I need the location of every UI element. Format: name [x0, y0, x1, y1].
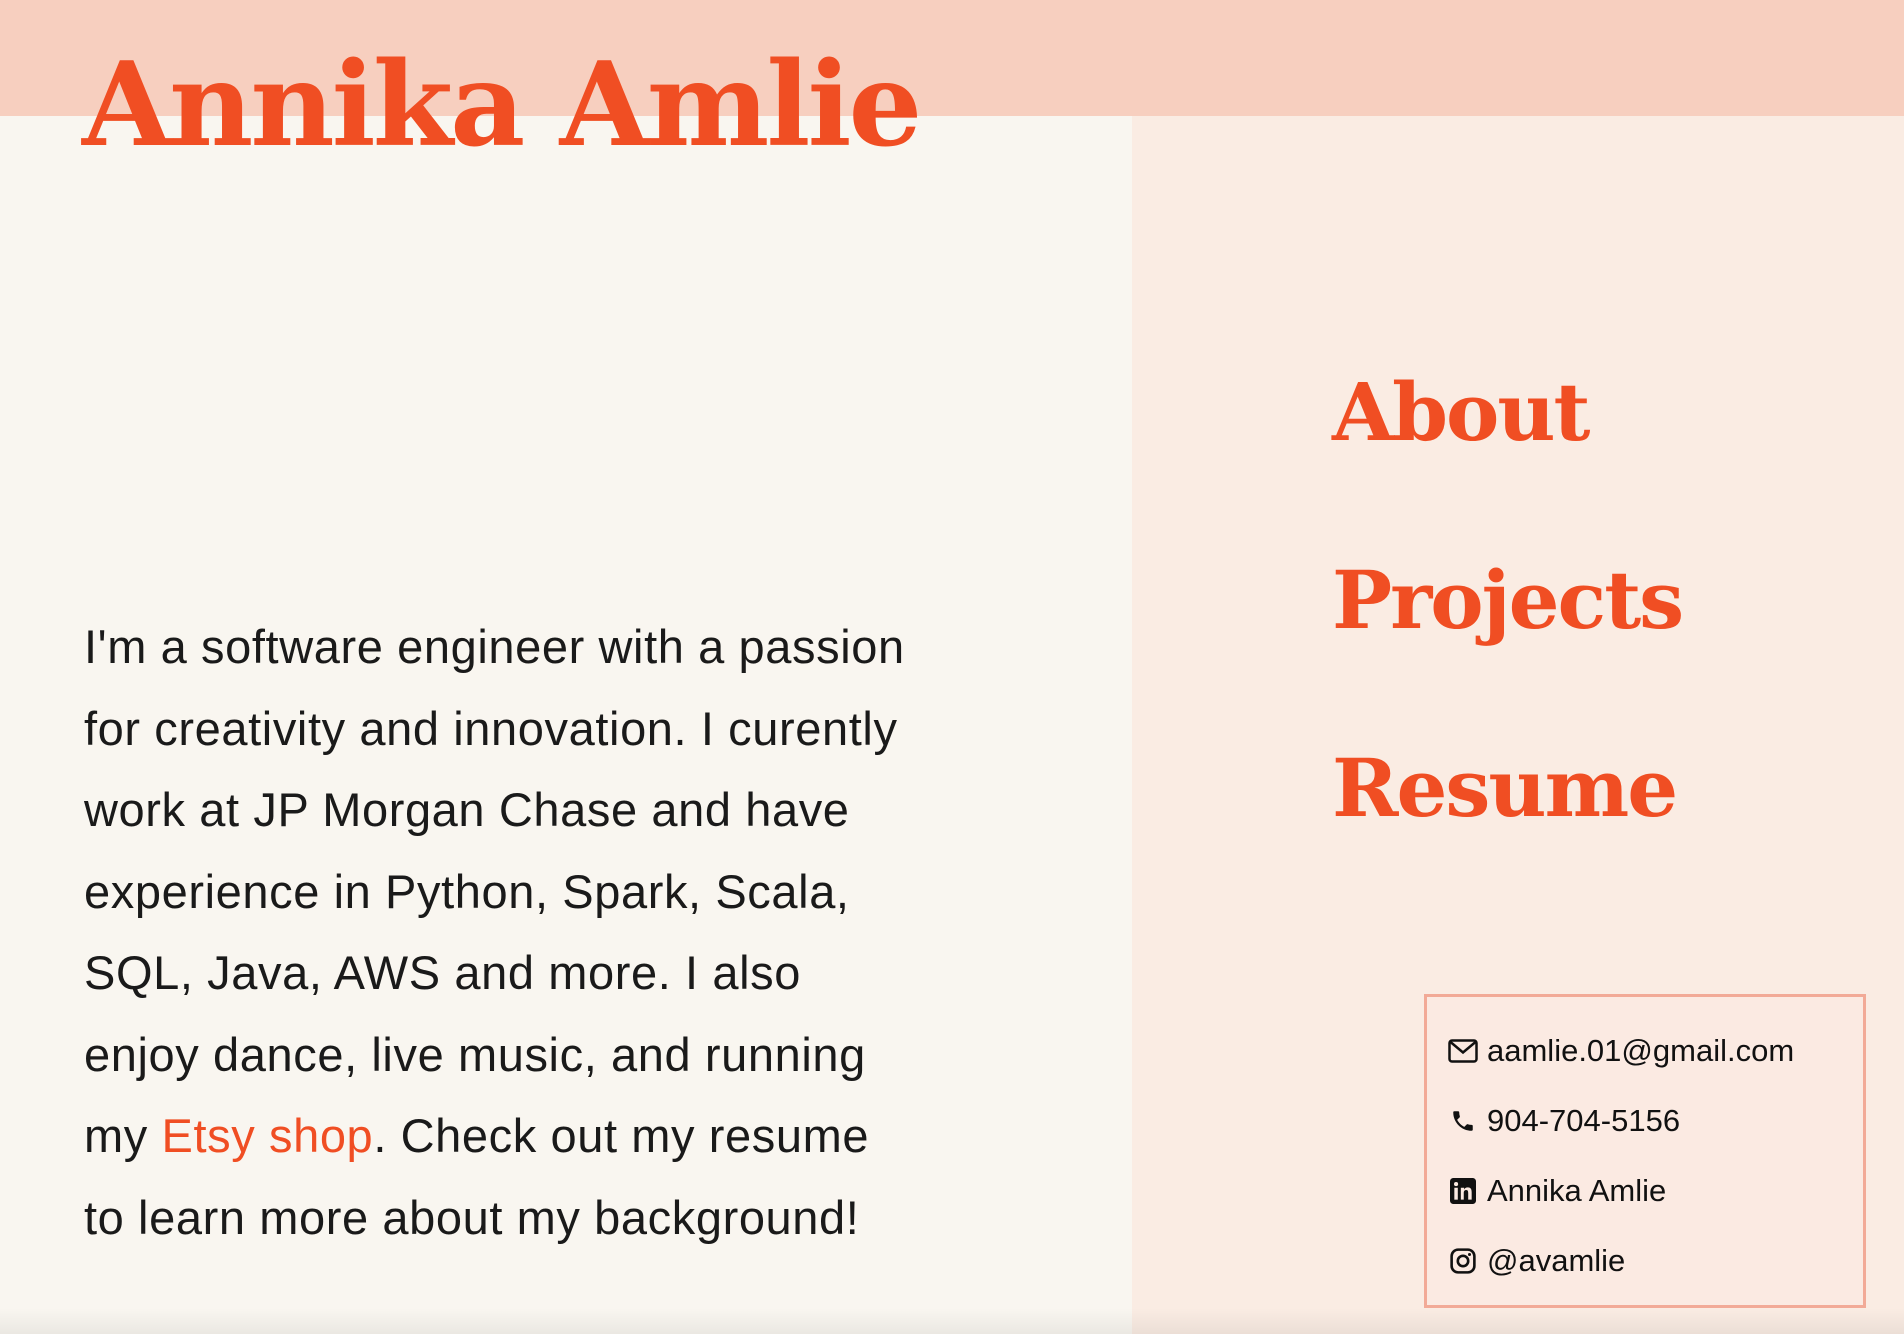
- contact-instagram-text: @avamlie: [1487, 1243, 1626, 1278]
- nav-about[interactable]: About: [1332, 318, 1682, 506]
- contact-email[interactable]: aamlie.01@gmail.com: [1447, 1033, 1794, 1069]
- instagram-icon: [1447, 1245, 1479, 1277]
- envelope-icon: [1447, 1035, 1479, 1067]
- contact-box: aamlie.01@gmail.com 904-704-5156 Annika …: [1424, 994, 1866, 1308]
- contact-email-text: aamlie.01@gmail.com: [1487, 1033, 1795, 1068]
- bio-paragraph: I'm a software engineer with a passion f…: [84, 606, 914, 1258]
- contact-instagram[interactable]: @avamlie: [1447, 1243, 1625, 1279]
- site-title[interactable]: Annika Amlie: [82, 41, 922, 170]
- nav-projects[interactable]: Projects: [1332, 506, 1684, 694]
- etsy-shop-link[interactable]: Etsy shop: [162, 1109, 374, 1162]
- main-nav: About Projects Resume: [1332, 318, 1684, 882]
- nav-resume[interactable]: Resume: [1332, 694, 1682, 882]
- bio-text-before: I'm a software engineer with a passion f…: [84, 620, 905, 1162]
- contact-linkedin[interactable]: Annika Amlie: [1447, 1173, 1666, 1209]
- contact-linkedin-text: Annika Amlie: [1487, 1173, 1667, 1208]
- linkedin-icon: [1447, 1175, 1479, 1207]
- phone-icon: [1447, 1105, 1479, 1137]
- contact-phone[interactable]: 904-704-5156: [1447, 1103, 1680, 1139]
- bottom-shadow: [0, 1308, 1904, 1334]
- contact-phone-text: 904-704-5156: [1487, 1103, 1681, 1138]
